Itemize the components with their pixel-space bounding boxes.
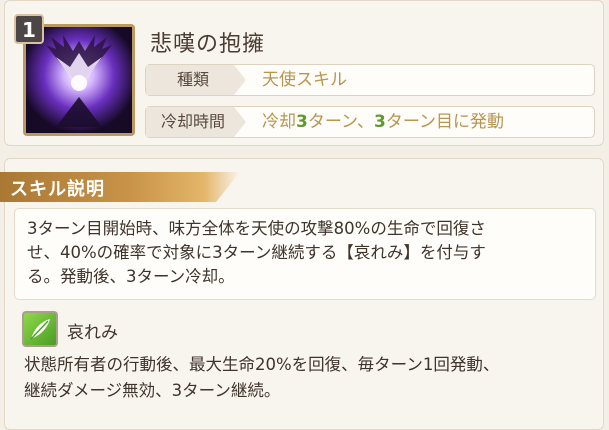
effect-description: 状態所有者の行動後、最大生命20%を回復、毎ターン1回発動、 継続ダメージ無効、… (24, 352, 594, 404)
cooldown-label: 冷却時間 (146, 107, 246, 137)
cooldown-number-2: 3 (373, 112, 386, 132)
description-line: る。発動後、3ターン冷却。 (27, 267, 235, 286)
description-line: せ、40%の確率で対象に3ターン継続する【哀れみ】を付与す (27, 243, 486, 262)
skill-type-label: 種類 (146, 65, 246, 95)
skill-description-box: 3ターン目開始時、味方全体を天使の攻撃80%の生命で回復さ せ、40%の確率で対… (14, 208, 596, 300)
skill-name: 悲嘆の抱擁 (150, 32, 266, 57)
effect-description-line: 状態所有者の行動後、最大生命20%を回復、毎ターン1回発動、 (24, 355, 500, 374)
section-title: スキル説明 (10, 179, 105, 200)
effect-description-line: 継続ダメージ無効、3ターン継続。 (24, 381, 281, 400)
skill-level-badge: 1 (14, 14, 44, 44)
cooldown-text-2: ターン、 (307, 112, 374, 132)
cooldown-text-1: 冷却 (262, 112, 296, 132)
skill-type-value: 天使スキル (262, 70, 347, 90)
description-line: 3ターン目開始時、味方全体を天使の攻撃80%の生命で回復さ (27, 219, 486, 238)
cooldown-row: 冷却時間 冷却3ターン、3ターン目に発動 (145, 106, 595, 138)
cooldown-number-1: 3 (296, 112, 308, 132)
feather-icon (22, 311, 58, 347)
cooldown-text-3: ターン目に発動 (385, 112, 504, 132)
effect-name: 哀れみ (67, 323, 118, 343)
skill-type-row: 種類 天使スキル (145, 64, 595, 96)
cooldown-value: 冷却3ターン、3ターン目に発動 (262, 107, 504, 137)
